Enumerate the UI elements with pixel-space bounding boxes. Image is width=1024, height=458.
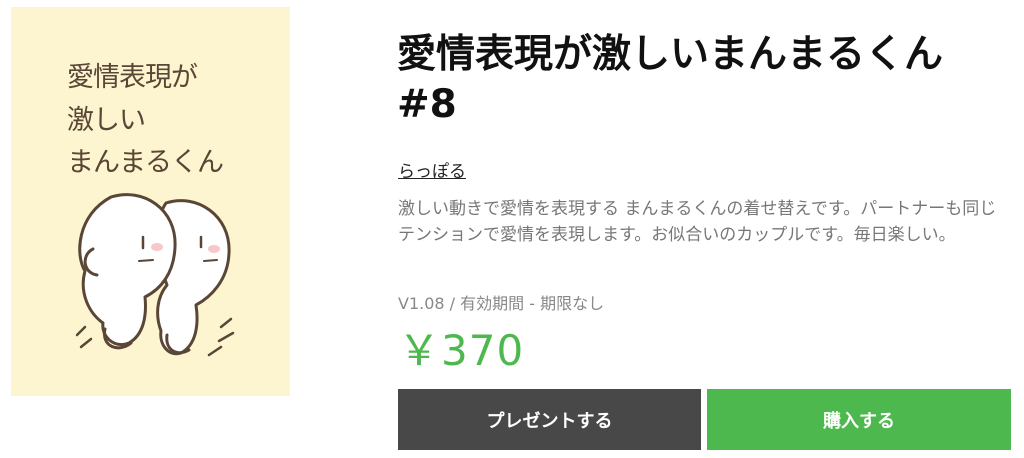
product-title: 愛情表現が激しいまんまるくん #8 [397, 32, 944, 127]
thumbnail-title-line-3: まんまるくん [67, 147, 224, 178]
present-button[interactable]: プレゼントする [398, 389, 701, 450]
manmaru-kun-illustration [75, 193, 235, 357]
product-thumbnail[interactable]: 愛情表現が 激しい まんまるくん [11, 7, 290, 396]
product-description: 激しい動きで愛情を表現する まんまるくんの着せ替えです。パートナーも同じテンショ… [398, 199, 997, 245]
author-link[interactable]: らっぽる [398, 157, 466, 182]
thumbnail-title: 愛情表現が 激しい まんまるくん [11, 7, 290, 187]
price-label: ￥370 [398, 326, 525, 375]
thumbnail-title-line-2: 激しい [67, 105, 146, 136]
product-page: 愛情表現が 激しい まんまるくん 愛情表現が激しいまんまるくん #8 らっぽる … [0, 0, 1024, 458]
version-info: V1.08 / 有効期間 - 期限なし [398, 294, 605, 313]
buy-button[interactable]: 購入する [707, 389, 1011, 450]
thumbnail-title-line-1: 愛情表現が [67, 62, 198, 93]
